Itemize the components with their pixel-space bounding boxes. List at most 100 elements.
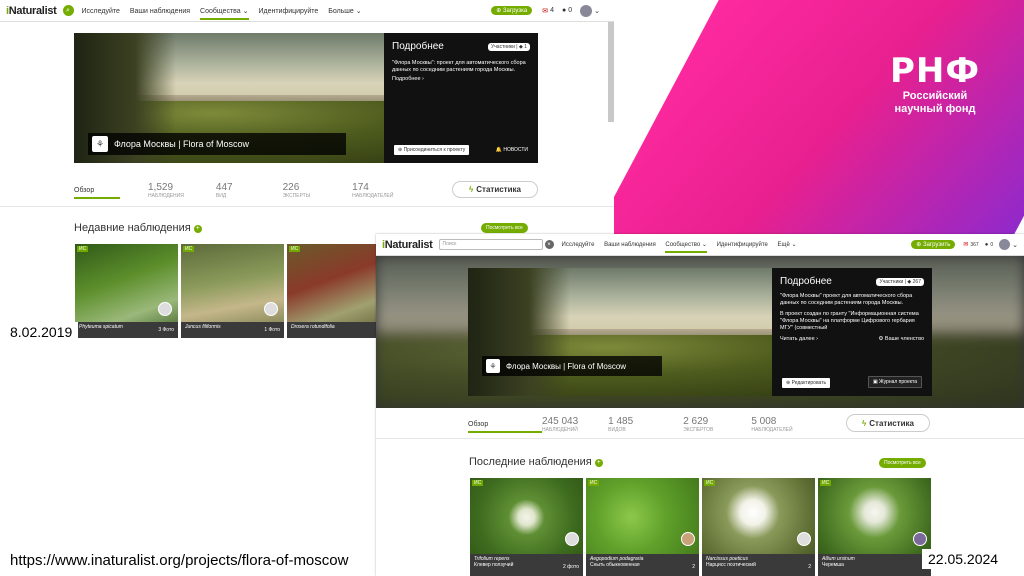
observation-tile[interactable]: ИС Trifolium repens Клевер ползучий 2 фото (470, 478, 583, 576)
rnf-logo-text: РНФ (889, 51, 981, 91)
project-description: "Флора Москвы": проект для автоматическо… (392, 60, 526, 73)
members-pill[interactable]: Участники | ◆ 1 (488, 42, 530, 51)
inaturalist-logo[interactable]: iNaturalist (382, 239, 433, 251)
brand-background (600, 0, 1024, 236)
brand-stripe (600, 0, 1024, 236)
project-banner: ⚘ Флора Москвы | Flora of Moscow Подробн… (376, 256, 1024, 408)
clear-search-icon[interactable]: × (544, 240, 554, 249)
stat-observers[interactable]: 174 НАБЛЮДАТЕЛЕЙ (352, 182, 393, 199)
tab-overview[interactable]: Обзор (468, 421, 542, 433)
stat-observations[interactable]: 245 043 НАБЛЮДЕНИЙ (542, 416, 578, 433)
nav-community[interactable]: Сообщества ⌄ (200, 7, 249, 20)
recent-observations-title: Последние наблюдения + (469, 456, 603, 468)
observer-avatar[interactable] (797, 532, 811, 546)
common-name: Нарцисс поэтический (706, 562, 756, 568)
rnf-name-line2: научный фонд (894, 103, 976, 115)
notifications-icon[interactable]: ● (562, 7, 566, 14)
stat-identifiers[interactable]: 226 ЭКСПЕРТЫ (283, 182, 311, 199)
user-avatar[interactable] (580, 4, 593, 17)
read-more-link[interactable]: Подробнее › (392, 76, 530, 82)
iconic-taxon-badge: ИС (588, 480, 600, 486)
join-project-button[interactable]: ⊕ Присоединиться к проекту (394, 145, 470, 155)
iconic-taxon-badge: ИС (183, 246, 195, 252)
nav-more[interactable]: Больше ⌄ (328, 8, 361, 15)
top-navbar: iNaturalist ⌕ Исследуйте Ваши наблюдения… (0, 0, 614, 22)
read-more-link[interactable]: Читать далее › (780, 336, 818, 342)
stats-button[interactable]: ϟ Статистика (452, 181, 538, 198)
stats-row: Обзор 1,529 НАБЛЮДЕНИЯ 447 ВИД 226 ЭКСПЕРТЫ… (74, 182, 393, 199)
project-icon: ⚘ (92, 136, 108, 152)
project-title-bar: ⚘ Флора Москвы | Flora of Moscow (88, 133, 346, 155)
search-input[interactable]: Поиск (438, 239, 543, 250)
members-pill[interactable]: Участники | ◆ 267 (876, 277, 924, 286)
notifications-icon[interactable]: ● (985, 242, 989, 248)
rnf-logo: РНФ Российский научный фонд (880, 52, 990, 116)
messages-count: 4 (550, 7, 554, 14)
observer-avatar[interactable] (681, 532, 695, 546)
nav-explore[interactable]: Исследуйте (562, 242, 595, 248)
stats-button[interactable]: ϟ Статистика (846, 414, 930, 432)
nav-your-observations[interactable]: Ваши наблюдения (604, 242, 656, 248)
tab-overview[interactable]: Обзор (74, 187, 120, 199)
nav-explore[interactable]: Исследуйте (82, 8, 120, 15)
messages-icon[interactable]: ✉ (963, 241, 968, 248)
observation-tile[interactable]: ИС Phyteuma spicatum 3 Фото (75, 244, 178, 338)
iconic-taxon-badge: ИС (704, 480, 716, 486)
messages-count: 367 (970, 241, 979, 248)
observation-tile[interactable]: ИС Allium ursinumЧеремша2 (818, 478, 931, 576)
nav-identify[interactable]: Идентифицируйте (717, 242, 768, 248)
photo-count: 3 Фото (158, 327, 174, 333)
observation-tile[interactable]: ИС Juncus filiformis 1 Фото (181, 244, 284, 338)
see-all-button[interactable]: Посмотреть все (879, 458, 926, 468)
iconic-taxon-badge: ИС (77, 246, 89, 252)
upload-button[interactable]: ⊕ Загрузка (491, 6, 533, 15)
observer-avatar[interactable] (158, 302, 172, 316)
nav-your-observations[interactable]: Ваши наблюдения (130, 8, 190, 15)
nav-community[interactable]: Сообщество ⌄ (665, 242, 707, 253)
project-title: Флора Москвы | Flora of Moscow (114, 139, 250, 149)
project-icon: ⚘ (486, 359, 500, 373)
user-menu-chevron-icon[interactable]: ⌄ (594, 7, 600, 15)
stat-observers[interactable]: 5 008 НАБЛЮДАТЕЛЕЙ (751, 416, 792, 433)
observation-tile[interactable]: ИС Narcissus poeticus Нарцисс поэтический… (702, 478, 815, 576)
upload-button[interactable]: ⊕ Загрузить (911, 240, 956, 249)
project-title-bar: ⚘ Флора Москвы | Flora of Moscow (482, 356, 662, 376)
top-navbar: iNaturalist Поиск × Исследуйте Ваши набл… (376, 234, 1024, 256)
photo-count: 2 (808, 564, 811, 570)
observer-avatar[interactable] (565, 532, 579, 546)
user-menu-chevron-icon[interactable]: ⌄ (1012, 241, 1018, 249)
scrollbar[interactable] (608, 22, 614, 122)
stats-row: Обзор 245 043 НАБЛЮДЕНИЙ 1 485 ВИДОВ 2 629… (468, 416, 793, 433)
observation-tile[interactable]: ИС Aegopodium podagraria Сныть обыкновенн… (586, 478, 699, 576)
date-label-2024: 22.05.2024 (922, 549, 1005, 569)
nav-identify[interactable]: Идентифицируйте (258, 8, 318, 15)
stat-species[interactable]: 447 ВИД (216, 182, 233, 199)
observation-tile[interactable]: ИС Drosera rotundifolia (287, 244, 377, 338)
observer-avatar[interactable] (264, 302, 278, 316)
inaturalist-logo[interactable]: iNaturalist (6, 5, 57, 17)
see-all-button[interactable]: Посмотреть все (481, 223, 528, 233)
main-nav: Исследуйте Ваши наблюдения Сообщества ⌄ … (82, 7, 370, 20)
photo-count: 2 фото (563, 564, 579, 570)
messages-icon[interactable]: ✉ (542, 7, 548, 15)
stat-identifiers[interactable]: 2 629 ЭКСПЕРТОВ (683, 416, 713, 433)
nav-more[interactable]: Ещё ⌄ (778, 242, 797, 248)
project-description-2: В проект создан по гранту "Информационна… (780, 311, 919, 331)
date-label-2019: 8.02.2019 (4, 322, 79, 342)
lightning-icon: ϟ (469, 185, 474, 194)
project-title: Флора Москвы | Flora of Moscow (506, 361, 627, 371)
news-link[interactable]: 🔔 НОВОСТИ (496, 147, 528, 153)
add-icon: + (193, 225, 202, 233)
membership-link[interactable]: ⚙ Ваше членство (878, 336, 924, 342)
stat-species[interactable]: 1 485 ВИДОВ (608, 416, 633, 433)
user-avatar[interactable] (999, 239, 1011, 250)
search-icon[interactable]: ⌕ (62, 5, 74, 16)
notifications-count: 0 (990, 241, 994, 248)
iconic-taxon-badge: ИС (820, 480, 832, 486)
stat-observations[interactable]: 1,529 НАБЛЮДЕНИЯ (148, 182, 184, 199)
observer-avatar[interactable] (913, 532, 927, 546)
edit-project-button[interactable]: ⊕ Редактировать (782, 378, 831, 388)
info-panel: Подробнее Участники | ◆ 267 "Флора Москв… (772, 268, 932, 396)
project-journal-button[interactable]: ▣ Журнал проекта (867, 376, 922, 388)
photo-count: 2 (692, 564, 695, 570)
